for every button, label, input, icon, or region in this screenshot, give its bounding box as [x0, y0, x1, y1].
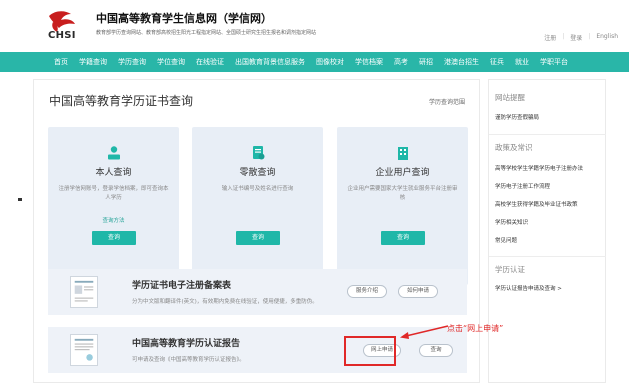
register-link[interactable]: 注册 — [544, 33, 556, 42]
card-enterprise-query: 企业用户查询 企业用户需要国家大学生就业服务平台注册审核 查询 — [337, 127, 468, 285]
card-description: 企业用户需要国家大学生就业服务平台注册审核 — [347, 186, 458, 201]
single-query-button[interactable]: 查询 — [236, 231, 280, 245]
page-title: 中国高等教育学历证书查询 — [49, 94, 194, 108]
sidebar-item[interactable]: 高校学生获得学籍及毕业证书政策 — [495, 200, 578, 208]
nav-item-home[interactable]: 首页 — [54, 57, 68, 67]
nav-item-gaokao[interactable]: 高考 — [394, 57, 408, 67]
english-link[interactable]: English — [596, 33, 618, 42]
card-title: 企业用户查询 — [375, 168, 430, 178]
nav-item-yanzhao[interactable]: 研招 — [419, 57, 433, 67]
enterprise-query-button[interactable]: 查询 — [381, 231, 425, 245]
highlight-box — [344, 336, 396, 366]
nav-item-photo[interactable]: 图像校对 — [316, 57, 344, 67]
service-title: 中国高等教育学历认证报告 — [132, 339, 241, 349]
sidebar-item[interactable]: 谨防学历查假骗局 — [495, 113, 539, 121]
nav-item-gat[interactable]: 港澳台招生 — [444, 57, 479, 67]
how-to-apply-button[interactable]: 如何申请 — [398, 285, 438, 298]
divider: | — [588, 33, 591, 40]
nav-item-xueji[interactable]: 学籍查询 — [79, 57, 107, 67]
chsi-logo-icon[interactable] — [41, 8, 87, 48]
sidebar-item[interactable]: 高等学校学生学籍学历电子注册办法 — [495, 164, 583, 172]
nav-item-xuewei[interactable]: 学位查询 — [157, 57, 185, 67]
person-icon — [108, 146, 120, 160]
report-query-button[interactable]: 查询 — [419, 344, 453, 357]
card-title: 零散查询 — [239, 168, 276, 178]
sidebar-item[interactable]: 学历电子注册工作流程 — [495, 182, 550, 190]
divider — [489, 256, 606, 257]
logo-text: CHSI — [48, 30, 76, 41]
main-nav: 首页 学籍查询 学历查询 学位查询 在线验证 出国教育背景信息服务 图像校对 学… — [0, 52, 629, 72]
service-description: 可申请及查询《中国高等教育学历认证报告》。 — [132, 357, 245, 363]
card-description: 注册学信网账号，登录学信档案，即可查询本人学历 — [58, 186, 169, 201]
sidebar-heading: 政策及常识 — [495, 143, 533, 152]
card-personal-query: 本人查询 注册学信网账号，登录学信档案，即可查询本人学历 查询方法 查询 — [48, 127, 179, 285]
nav-item-xueli[interactable]: 学历查询 — [118, 57, 146, 67]
personal-query-button[interactable]: 查询 — [92, 231, 136, 245]
nav-item-xuezhi[interactable]: 学职平台 — [540, 57, 568, 67]
site-header: CHSI 中国高等教育学生信息网（学信网） 教育部学历查询网站、教育部高校招生阳… — [0, 0, 629, 52]
annotation-text: 点击“网上申请” — [447, 324, 504, 333]
nav-item-jiuye[interactable]: 就业 — [515, 57, 529, 67]
nav-item-verify[interactable]: 在线验证 — [196, 57, 224, 67]
sidebar-item[interactable]: 学历相关知识 — [495, 218, 528, 226]
query-range-link[interactable]: 学历查询范围 — [429, 97, 465, 106]
site-title: 中国高等教育学生信息网（学信网） — [96, 12, 272, 25]
divider: | — [562, 33, 565, 40]
sidebar-heading: 学历认证 — [495, 265, 525, 274]
card-single-query: 零散查询 输入证书编号及姓名进行查询 查询 — [192, 127, 323, 285]
service-registration-form: 学历证书电子注册备案表 分为中文版和翻译件(英文)，有效期内免费在线验证，使用便… — [48, 269, 467, 315]
divider — [489, 134, 606, 135]
building-icon — [398, 147, 408, 160]
sidebar-heading: 网站提醒 — [495, 93, 525, 102]
nav-item-abroad[interactable]: 出国教育背景信息服务 — [235, 57, 305, 67]
certificate-thumbnail-icon — [70, 276, 98, 308]
page-marker — [18, 198, 22, 201]
arrow-icon — [400, 325, 449, 339]
service-title: 学历证书电子注册备案表 — [132, 281, 232, 291]
service-intro-button[interactable]: 服务介绍 — [347, 285, 387, 298]
sidebar-item[interactable]: 学历认证报告申请及查询 > — [495, 284, 562, 292]
document-icon — [253, 146, 265, 160]
site-subtitle: 教育部学历查询网站、教育部高校招生阳光工程指定网站、全国硕士研究生招生报名和调剂… — [96, 30, 317, 36]
query-method-link[interactable]: 查询方法 — [48, 216, 179, 224]
service-description: 分为中文版和翻译件(英文)，有效期内免费在线验证，使用便捷，多重防伪。 — [132, 299, 318, 305]
top-links: 注册 | 登录 | English — [544, 33, 618, 42]
login-link[interactable]: 登录 — [570, 33, 582, 42]
nav-item-zhengbing[interactable]: 征兵 — [490, 57, 504, 67]
report-thumbnail-icon — [70, 334, 98, 366]
card-title: 本人查询 — [95, 168, 132, 178]
card-description: 输入证书编号及姓名进行查询 — [221, 186, 294, 192]
nav-item-archive[interactable]: 学信档案 — [355, 57, 383, 67]
sidebar: 网站提醒 谨防学历查假骗局 政策及常识 高等学校学生学籍学历电子注册办法 学历电… — [488, 79, 606, 383]
sidebar-item[interactable]: 常见问题 — [495, 236, 517, 244]
